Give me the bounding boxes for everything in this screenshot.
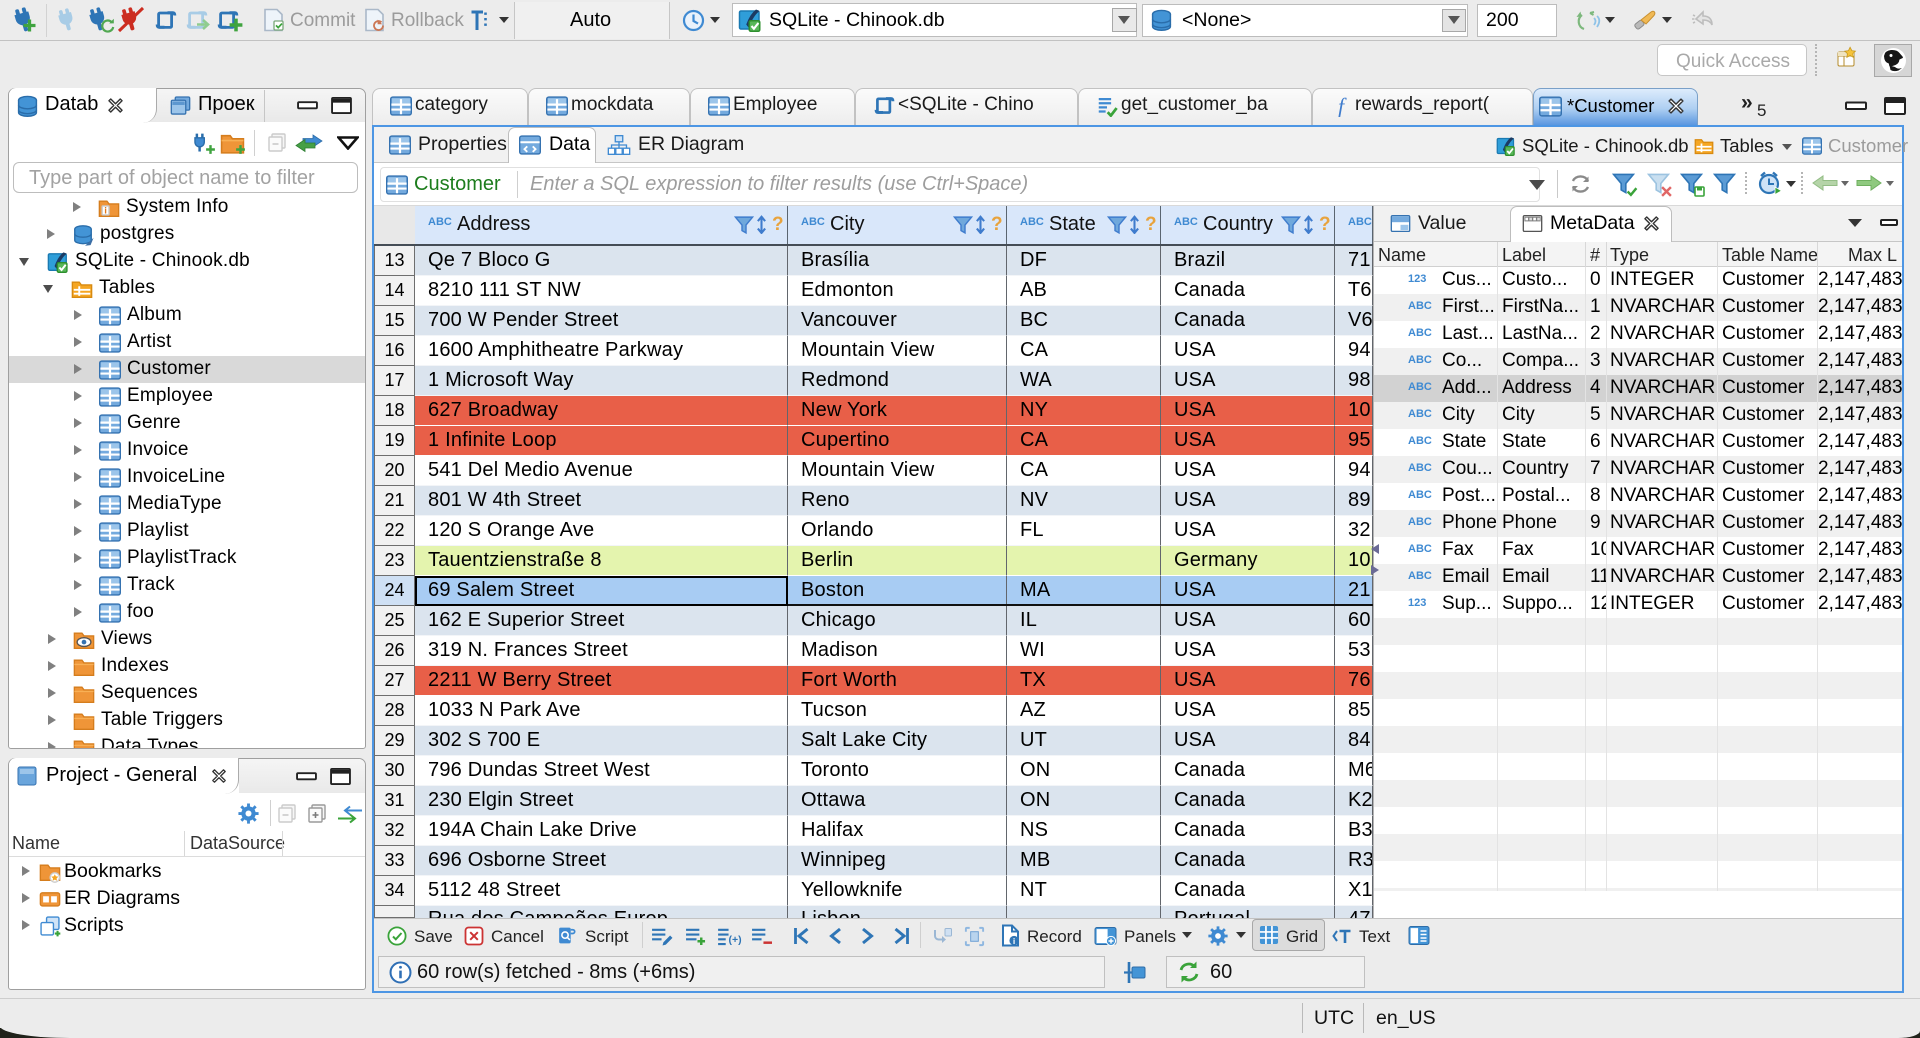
svg-text:i: i [1013,936,1015,946]
svg-text:(+): (+) [729,935,742,946]
